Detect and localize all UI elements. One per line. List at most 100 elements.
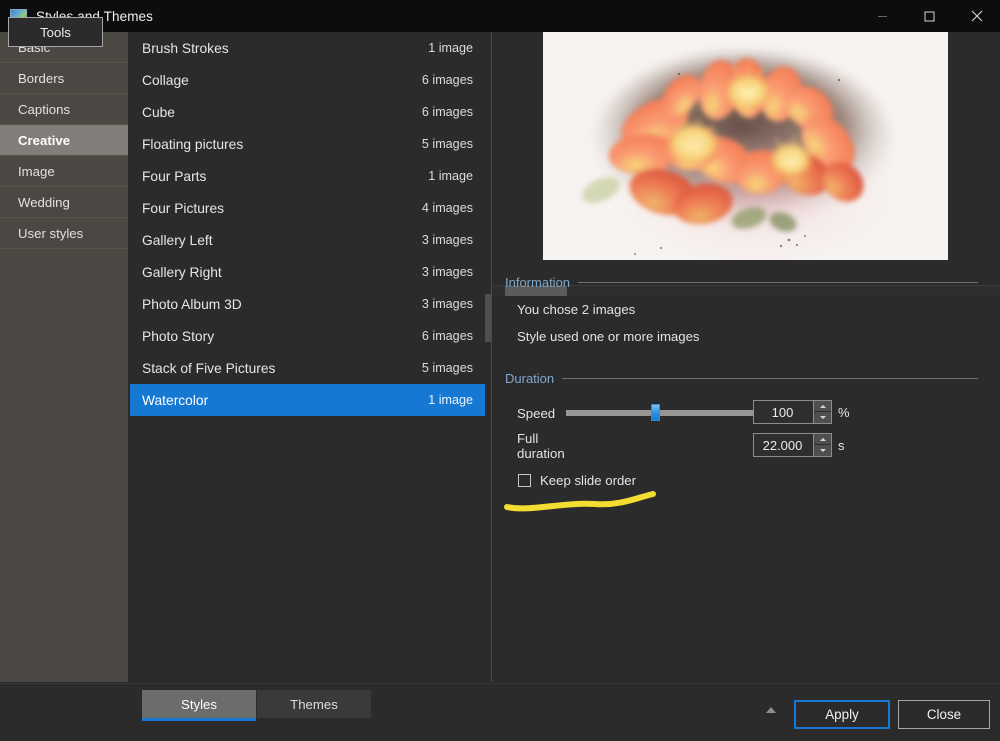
style-image-count: 1 image <box>428 169 473 183</box>
list-item-watercolor[interactable]: Watercolor 1 image <box>130 384 491 416</box>
speed-unit: % <box>838 405 850 420</box>
speed-slider[interactable] <box>566 400 754 426</box>
duration-title: Duration <box>505 371 555 386</box>
section-divider <box>578 282 978 283</box>
sidebar-item-label: Borders <box>18 70 65 86</box>
style-image-count: 6 images <box>421 105 473 119</box>
speed-slider-track[interactable] <box>566 410 754 416</box>
keep-slide-order-row[interactable]: Keep slide order <box>0 473 636 488</box>
list-scrollbar-thumb[interactable] <box>485 294 491 342</box>
minimize-icon[interactable] <box>859 0 906 32</box>
style-image-count: 3 images <box>421 265 473 279</box>
title-bar: Styles and Themes <box>0 0 1000 32</box>
list-item[interactable]: Collage 6 images <box>130 64 491 96</box>
speed-decrement-icon[interactable] <box>814 412 831 423</box>
style-image-count: 6 images <box>421 73 473 87</box>
speed-increment-icon[interactable] <box>814 401 831 412</box>
style-name: Watercolor <box>142 392 209 408</box>
style-name: Photo Story <box>142 328 215 344</box>
apply-button[interactable]: Apply <box>794 700 890 729</box>
list-item[interactable]: Photo Story 6 images <box>130 320 491 352</box>
list-scrollbar[interactable] <box>485 32 491 682</box>
full-duration-decrement-icon[interactable] <box>814 445 831 456</box>
sidebar-item-label: Captions <box>18 101 71 117</box>
close-button-label: Close <box>926 707 962 722</box>
list-item[interactable]: Four Parts 1 image <box>130 160 491 192</box>
sidebar-item-image[interactable]: Image <box>0 156 128 187</box>
style-image-count: 3 images <box>421 233 473 247</box>
maximize-icon[interactable] <box>906 0 953 32</box>
sidebar-item-label: User styles <box>18 225 84 241</box>
full-duration-increment-icon[interactable] <box>814 434 831 445</box>
duration-section: Duration <box>493 371 1000 386</box>
list-item[interactable]: Floating pictures 5 images <box>130 128 491 160</box>
sidebar-item-borders[interactable]: Borders <box>0 63 128 94</box>
duration-header: Duration <box>493 371 1000 386</box>
full-duration-value[interactable]: 22.000 <box>754 434 813 456</box>
information-line-images-chosen: You chose 2 images <box>517 302 636 317</box>
style-image-count: 6 images <box>421 329 473 343</box>
close-icon[interactable] <box>953 0 1000 32</box>
sidebar-item-captions[interactable]: Captions <box>0 94 128 125</box>
information-header: Information <box>493 275 1000 290</box>
speed-row: Speed <box>493 400 1000 426</box>
keep-slide-order-label: Keep slide order <box>540 473 637 488</box>
list-item[interactable]: Gallery Left 3 images <box>130 224 491 256</box>
sidebar-item-label: Wedding <box>18 194 70 210</box>
apply-button-label: Apply <box>825 707 859 722</box>
information-title: Information <box>505 275 571 290</box>
style-name: Collage <box>142 72 189 88</box>
keep-slide-order-checkbox[interactable] <box>518 474 531 487</box>
close-button[interactable]: Close <box>898 700 990 729</box>
full-duration-spinbox[interactable]: 22.000 <box>753 433 832 457</box>
styles-and-themes-window: Styles and Themes Basic Borders Captions… <box>0 0 1000 741</box>
yellow-underline <box>504 491 656 512</box>
full-duration-unit: s <box>838 438 845 453</box>
style-image-count: 5 images <box>421 361 473 375</box>
sidebar-item-wedding[interactable]: Wedding <box>0 187 128 218</box>
style-image-count: 3 images <box>421 297 473 311</box>
watercolor-flower-preview <box>543 32 948 260</box>
list-item[interactable]: Four Pictures 4 images <box>130 192 491 224</box>
information-line-style-usage: Style used one or more images <box>517 329 700 344</box>
style-image-count: 5 images <box>421 137 473 151</box>
information-lines: You chose 2 images Style used one or mor… <box>493 302 1000 344</box>
category-sidebar: Basic Borders Captions Creative Image We… <box>0 32 129 682</box>
sidebar-item-label: Image <box>18 163 55 179</box>
speed-value[interactable]: 100 <box>754 401 813 423</box>
list-item[interactable]: Photo Album 3D 3 images <box>130 288 491 320</box>
tab-styles[interactable]: Styles <box>142 690 257 721</box>
speed-slider-thumb[interactable] <box>651 404 660 421</box>
section-divider <box>562 378 978 379</box>
speed-stepper[interactable] <box>813 401 831 423</box>
tab-label: Themes <box>290 696 338 712</box>
tools-button[interactable]: Tools <box>8 17 103 47</box>
style-name: Four Parts <box>142 168 207 184</box>
style-image-count: 1 image <box>428 41 473 55</box>
list-item[interactable]: Gallery Right 3 images <box>130 256 491 288</box>
window-controls <box>859 0 1000 32</box>
style-name: Gallery Right <box>142 264 222 280</box>
tab-label: Styles <box>181 696 217 712</box>
tools-button-label: Tools <box>40 24 71 40</box>
triangle-up-icon[interactable] <box>766 707 776 713</box>
style-list[interactable]: Brush Strokes 1 image Collage 6 images C… <box>130 32 492 682</box>
list-item[interactable]: Stack of Five Pictures 5 images <box>130 352 491 384</box>
list-item[interactable]: Brush Strokes 1 image <box>130 32 491 64</box>
speed-spinbox[interactable]: 100 <box>753 400 832 424</box>
sidebar-item-user-styles[interactable]: User styles <box>0 218 128 249</box>
information-section: Information You chose 2 images Style use… <box>493 275 1000 356</box>
list-item[interactable]: Cube 6 images <box>130 96 491 128</box>
full-duration-row: Full duration <box>493 431 1000 461</box>
style-name: Photo Album 3D <box>142 296 242 312</box>
style-name: Four Pictures <box>142 200 225 216</box>
tab-themes[interactable]: Themes <box>257 690 372 718</box>
full-duration-stepper[interactable] <box>813 434 831 456</box>
style-name: Cube <box>142 104 175 120</box>
style-image-count: 4 images <box>421 201 473 215</box>
style-name: Floating pictures <box>142 136 244 152</box>
style-name: Stack of Five Pictures <box>142 360 276 376</box>
full-duration-label: Full duration <box>517 431 565 461</box>
sidebar-item-creative[interactable]: Creative <box>0 125 128 156</box>
preview-panel: Information You chose 2 images Style use… <box>493 32 1000 682</box>
